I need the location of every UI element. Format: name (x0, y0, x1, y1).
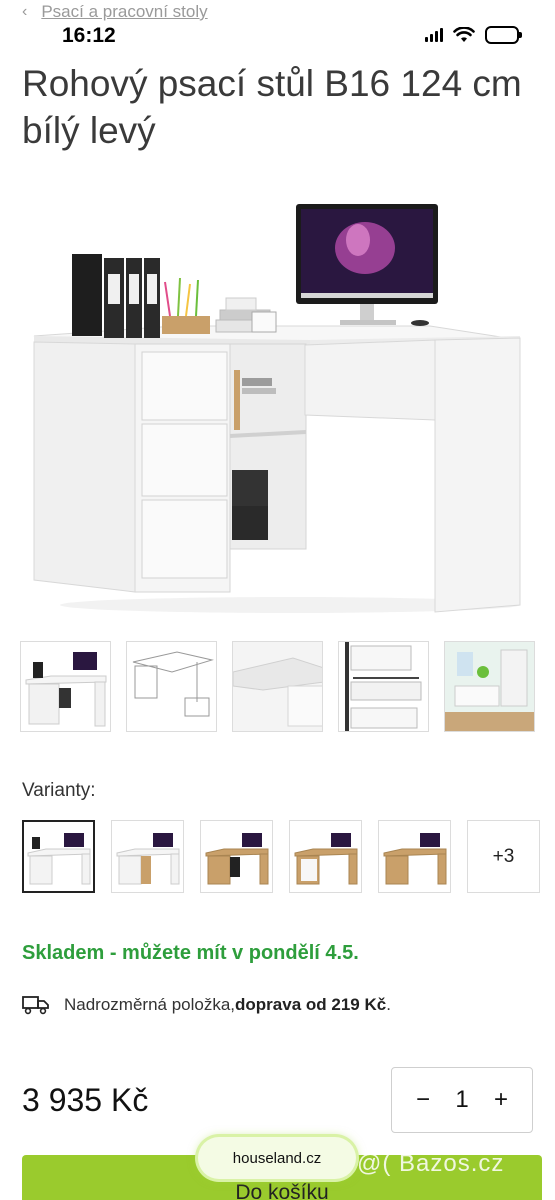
stock-status: Skladem - můžete mít v pondělí 4.5. (22, 942, 359, 964)
quantity-value[interactable]: 1 (455, 1086, 468, 1114)
thumbnail-4[interactable] (338, 641, 429, 732)
product-price: 3 935 Kč (22, 1082, 149, 1118)
chevron-left-icon[interactable]: ‹ (22, 3, 27, 21)
site-name-pill: houseland.cz (198, 1137, 356, 1179)
variant-more-button[interactable]: +3 (467, 820, 540, 893)
thumbnail-2[interactable] (126, 641, 217, 732)
signal-icon (425, 28, 443, 42)
truck-icon (22, 996, 49, 1015)
quantity-stepper: − 1 + (391, 1067, 533, 1133)
product-title: Rohový psací stůl B16 124 cm bílý levý (22, 63, 522, 151)
status-icons (425, 26, 522, 44)
battery-icon (485, 26, 522, 44)
status-time: 16:12 (62, 24, 116, 47)
thumbnail-strip (20, 641, 535, 732)
shipping-text: Nadrozměrná položka, (64, 995, 236, 1014)
increase-quantity-button[interactable]: + (488, 1086, 514, 1114)
shipping-price: doprava od 219 Kč (235, 995, 387, 1014)
variant-white-left[interactable] (22, 820, 95, 893)
thumbnail-5[interactable] (444, 641, 535, 732)
variant-white-oak[interactable] (111, 820, 184, 893)
breadcrumb-link[interactable]: Psací a pracovní stoly (41, 2, 207, 22)
shipping-info: Nadrozměrná položka, doprava od 219 Kč. (22, 995, 391, 1015)
variant-oak-black[interactable] (200, 820, 273, 893)
breadcrumb[interactable]: ‹ Psací a pracovní stoly (22, 0, 208, 24)
watermark: @( Bazos.cz (357, 1150, 505, 1177)
wifi-icon (453, 27, 475, 42)
decrease-quantity-button[interactable]: − (410, 1086, 436, 1114)
thumbnail-1[interactable] (20, 641, 111, 732)
shipping-end: . (386, 995, 391, 1014)
variant-oak-white[interactable] (289, 820, 362, 893)
product-main-image[interactable] (20, 180, 535, 620)
variant-oak[interactable] (378, 820, 451, 893)
variants-label: Varianty: (22, 780, 96, 801)
thumbnail-3[interactable] (232, 641, 323, 732)
variant-list: +3 (22, 820, 540, 893)
add-to-cart-label: Do košíku (235, 1181, 329, 1200)
